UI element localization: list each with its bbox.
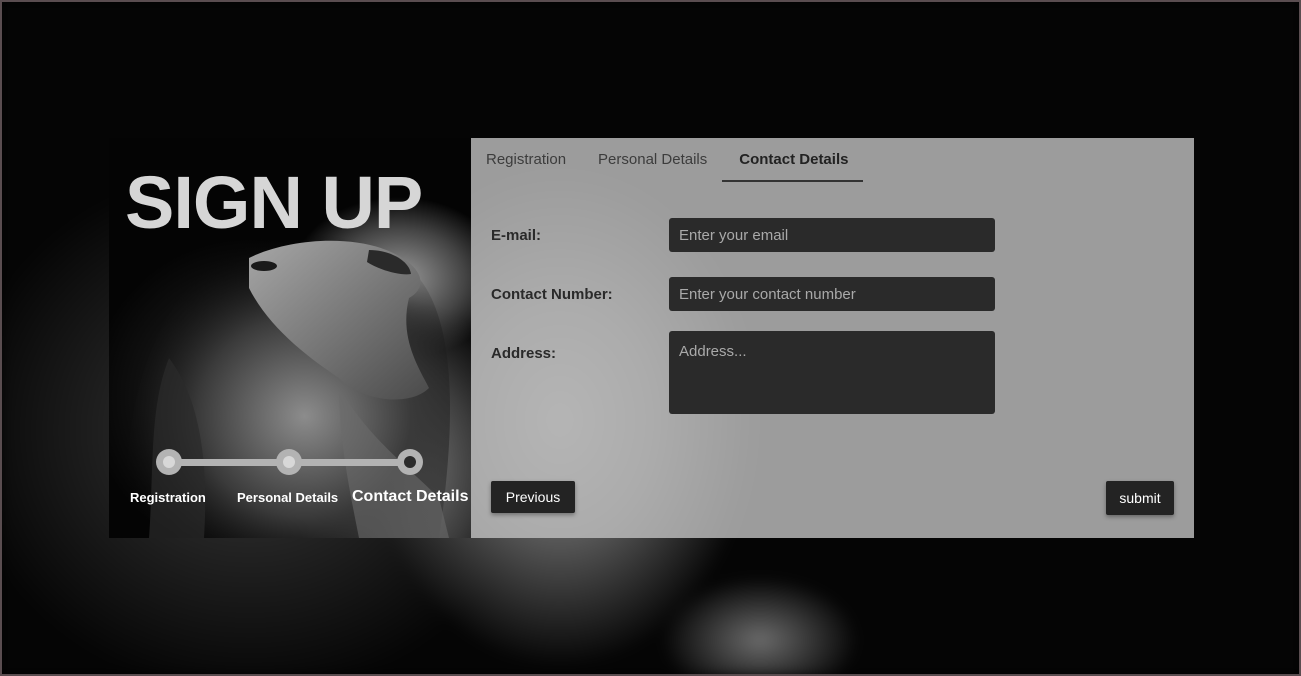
address-field[interactable] [669,331,995,414]
contact-number-label: Contact Number: [491,286,613,303]
address-label: Address: [491,345,557,362]
progress-step-personal-details [276,449,302,475]
left-panel: SIGN UP Registration Personal Details Co… [109,138,471,538]
step-label-contact-details: Contact Details [352,488,469,505]
tab-registration[interactable]: Registration [471,138,581,180]
progress-step-contact-details [397,449,423,475]
tab-personal-details[interactable]: Personal Details [581,138,722,180]
step-label-personal-details: Personal Details [237,490,339,505]
page-title: SIGN UP [125,161,423,244]
form-panel: Registration Personal Details Contact De… [471,138,1194,538]
tab-contact-details[interactable]: Contact Details [722,138,864,182]
email-label: E-mail: [491,227,542,244]
signup-card: SIGN UP Registration Personal Details Co… [109,138,1194,538]
contact-number-field[interactable] [669,277,995,311]
email-field[interactable] [669,218,995,252]
progress-step-registration [156,449,182,475]
submit-button[interactable]: submit [1106,481,1174,515]
previous-button[interactable]: Previous [491,481,575,513]
step-label-registration: Registration [130,490,206,505]
tab-bar: Registration Personal Details Contact De… [471,138,864,182]
